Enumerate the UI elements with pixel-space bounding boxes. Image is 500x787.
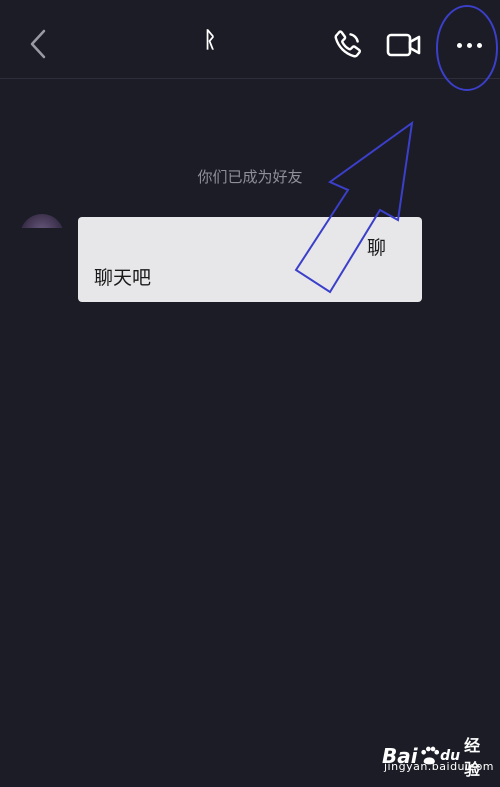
dot-icon [466, 42, 472, 48]
system-message: 你们已成为好友 [197, 168, 303, 186]
video-call-button[interactable] [386, 30, 422, 60]
top-bar: ᚱ [0, 0, 500, 79]
chat-screen: ᚱ 你们已成为好友 聊 聊天吧 Bai du 经验 jingyan.baidu.… [0, 0, 500, 787]
chat-title: ᚱ [203, 28, 217, 53]
voice-call-button[interactable] [330, 28, 364, 62]
message-text-line: 聊天吧 [94, 267, 152, 289]
chevron-left-icon [30, 29, 46, 59]
annotation-overlay [294, 5, 498, 294]
video-camera-icon [386, 33, 421, 57]
message-bubble[interactable]: 聊 聊天吧 [78, 217, 422, 302]
contact-avatar[interactable] [20, 214, 64, 228]
dot-icon [456, 42, 462, 48]
more-options-button[interactable] [446, 30, 492, 60]
message-text-line: 聊 [366, 237, 386, 259]
back-button[interactable] [22, 26, 54, 62]
dot-icon [476, 42, 482, 48]
phone-icon [334, 30, 362, 58]
watermark-url: jingyan.baidu.com [384, 760, 495, 773]
baidu-watermark: Bai du 经验 jingyan.baidu.com [382, 732, 494, 780]
